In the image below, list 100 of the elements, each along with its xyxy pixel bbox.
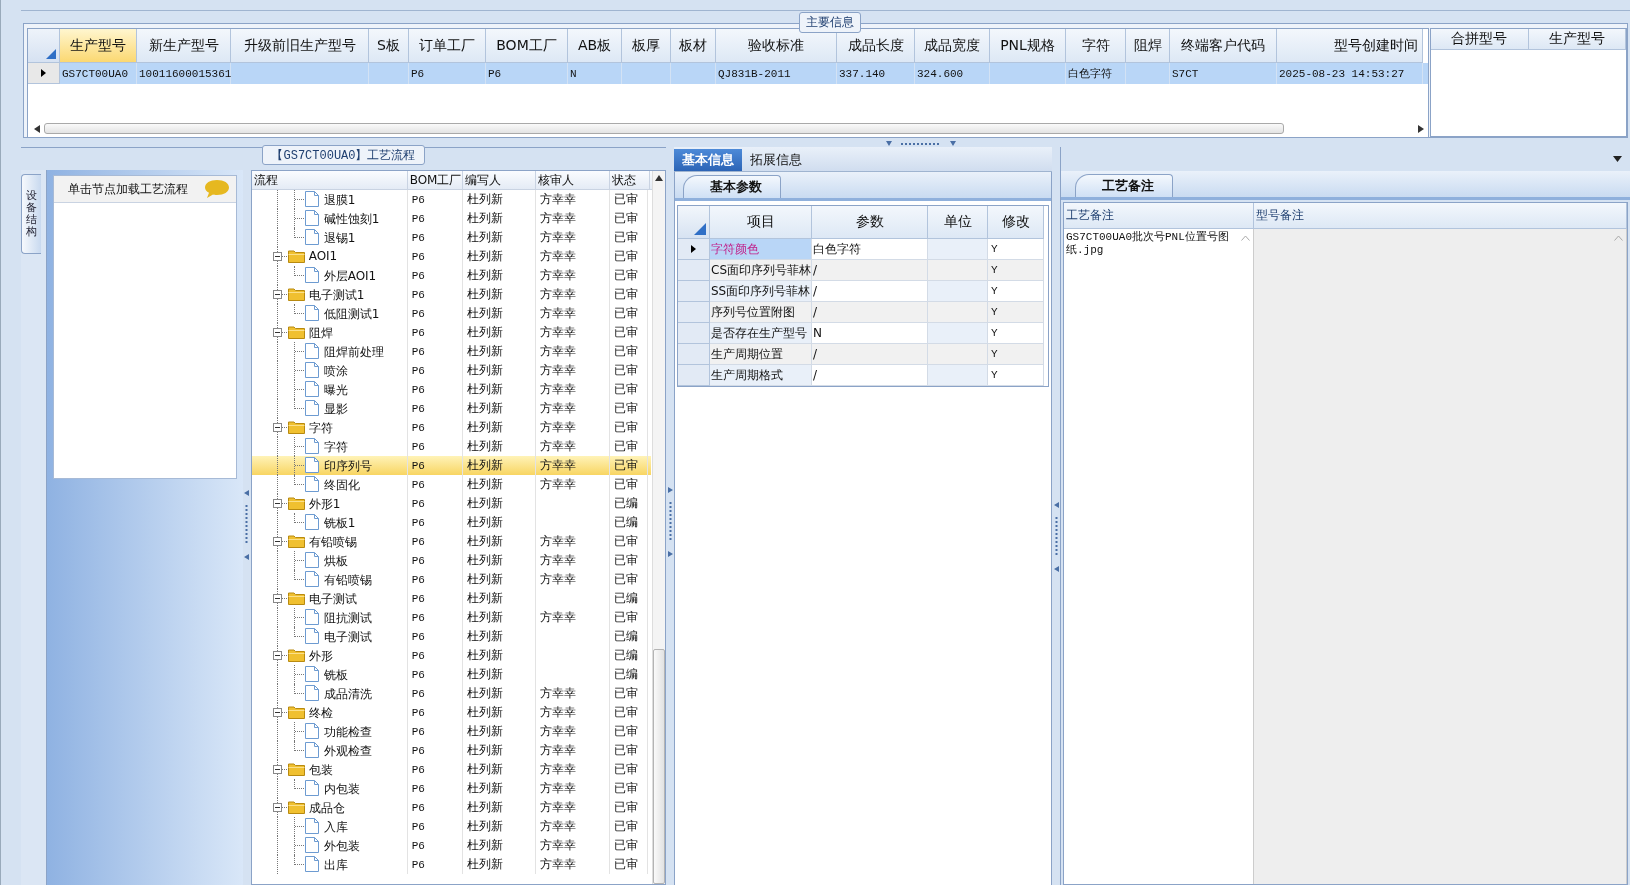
- column-header[interactable]: 成品宽度: [915, 29, 990, 63]
- splitter-grip-icon[interactable]: [244, 490, 250, 560]
- column-header[interactable]: 参数: [812, 206, 928, 239]
- column-header[interactable]: 编写人: [462, 171, 536, 189]
- collapse-icon[interactable]: [272, 594, 282, 603]
- tree-row[interactable]: 终检 P6 杜列新 方幸幸 已审: [251, 703, 651, 722]
- column-header[interactable]: 板厚: [622, 29, 671, 63]
- tree-row[interactable]: 终固化 P6 杜列新 方幸幸 已审: [251, 475, 651, 494]
- column-header[interactable]: 型号创建时间: [1277, 29, 1423, 63]
- tree-row[interactable]: 退锡1 P6 杜列新 方幸幸 已审: [251, 228, 651, 247]
- scroll-right-icon[interactable]: [1418, 124, 1424, 133]
- splitter-grip-icon[interactable]: [667, 487, 673, 557]
- column-header[interactable]: 核审人: [535, 171, 610, 189]
- column-header[interactable]: 流程: [251, 171, 408, 189]
- vertical-scrollbar[interactable]: [652, 171, 665, 884]
- tree-row[interactable]: 电子测试 P6 杜列新 已编: [251, 589, 651, 608]
- column-header[interactable]: 成品长度: [837, 29, 915, 63]
- tree-row[interactable]: 电子测试1 P6 杜列新 方幸幸 已审: [251, 285, 651, 304]
- column-header[interactable]: 终端客户代码: [1170, 29, 1277, 63]
- column-header[interactable]: 项目: [710, 206, 812, 239]
- tree-row[interactable]: 电子测试 P6 杜列新 已编: [251, 627, 651, 646]
- table-row[interactable]: CS面印序列号菲林 / Y: [678, 260, 1048, 281]
- tree-row[interactable]: 铣板 P6 杜列新 已编: [251, 665, 651, 684]
- tree-row[interactable]: 碱性蚀刻1 P6 杜列新 方幸幸 已审: [251, 209, 651, 228]
- collapse-icon[interactable]: [272, 803, 282, 812]
- column-header[interactable]: 型号备注: [1254, 203, 1627, 229]
- column-header[interactable]: 合拼型号: [1431, 29, 1529, 50]
- column-header[interactable]: 生产型号: [60, 29, 137, 63]
- tree-row[interactable]: 阻焊前处理 P6 杜列新 方幸幸 已审: [251, 342, 651, 361]
- tree-row[interactable]: 外形1 P6 杜列新 已编: [251, 494, 651, 513]
- column-header[interactable]: 板材: [671, 29, 716, 63]
- tree-row[interactable]: 有铅喷锡 P6 杜列新 方幸幸 已审: [251, 532, 651, 551]
- collapse-icon[interactable]: [272, 328, 282, 337]
- collapse-icon[interactable]: [272, 651, 282, 660]
- column-header[interactable]: AB板: [568, 29, 622, 63]
- table-row[interactable]: 是否存在生产型号 N Y: [678, 323, 1048, 344]
- tree-row[interactable]: 功能检查 P6 杜列新 方幸幸 已审: [251, 722, 651, 741]
- table-row[interactable]: GS7CT00UA0 10011600015361 P6 P6 N QJ831B-2011 337.140 324.600 白色字符 S7CT 2025-08-23 14:53:27: [28, 63, 1428, 84]
- column-header[interactable]: 验收标准: [716, 29, 837, 63]
- column-header[interactable]: 字符: [1066, 29, 1126, 63]
- column-header[interactable]: 新生产型号: [137, 29, 231, 63]
- tree-row[interactable]: 外形 P6 杜列新 已编: [251, 646, 651, 665]
- tab[interactable]: 工艺备注: [1075, 174, 1173, 197]
- column-header[interactable]: BOM工厂: [486, 29, 568, 63]
- tree-row[interactable]: 成品清洗 P6 杜列新 方幸幸 已审: [251, 684, 651, 703]
- column-header[interactable]: 工艺备注: [1064, 203, 1254, 229]
- column-header[interactable]: S板: [369, 29, 409, 63]
- splitter-grip-icon[interactable]: [1053, 502, 1059, 572]
- tree-row[interactable]: 曝光 P6 杜列新 方幸幸 已审: [251, 380, 651, 399]
- column-header[interactable]: PNL规格: [990, 29, 1066, 63]
- collapse-icon[interactable]: [272, 765, 282, 774]
- collapse-icon[interactable]: [272, 708, 282, 717]
- splitter-grip-icon[interactable]: [885, 141, 956, 147]
- collapse-icon[interactable]: [272, 423, 282, 432]
- table-row[interactable]: 生产周期格式 / Y: [678, 365, 1048, 386]
- column-header[interactable]: 生产型号: [1528, 29, 1626, 50]
- table-row[interactable]: SS面印序列号菲林 / Y: [678, 281, 1048, 302]
- side-tab[interactable]: 设备结构: [21, 174, 41, 254]
- column-header[interactable]: 升级前旧生产型号: [231, 29, 369, 63]
- tree-row[interactable]: 字符 P6 杜列新 方幸幸 已审: [251, 418, 651, 437]
- tree-row[interactable]: 成品仓 P6 杜列新 方幸幸 已审: [251, 798, 651, 817]
- collapse-icon[interactable]: [272, 252, 282, 261]
- tab[interactable]: 基本参数: [683, 175, 781, 198]
- tree-row[interactable]: 外观检查 P6 杜列新 方幸幸 已审: [251, 741, 651, 760]
- dropdown-caret-icon[interactable]: [1613, 156, 1622, 162]
- column-header[interactable]: 状态: [609, 171, 650, 189]
- column-header[interactable]: 修改: [988, 206, 1044, 239]
- tree-row[interactable]: 退膜1 P6 杜列新 方幸幸 已审: [251, 190, 651, 209]
- tree-row[interactable]: 内包装 P6 杜列新 方幸幸 已审: [251, 779, 651, 798]
- table-row[interactable]: 序列号位置附图 / Y: [678, 302, 1048, 323]
- scroll-left-icon[interactable]: [34, 124, 40, 133]
- tree-row[interactable]: 低阻测试1 P6 杜列新 方幸幸 已审: [251, 304, 651, 323]
- tree-row[interactable]: 有铅喷锡 P6 杜列新 方幸幸 已审: [251, 570, 651, 589]
- column-header[interactable]: BOM工厂: [407, 171, 463, 189]
- tab[interactable]: 拓展信息: [742, 149, 810, 171]
- tree-row[interactable]: 阻焊 P6 杜列新 方幸幸 已审: [251, 323, 651, 342]
- tree-row[interactable]: 阻抗测试 P6 杜列新 方幸幸 已审: [251, 608, 651, 627]
- tree-row[interactable]: AOI1 P6 杜列新 方幸幸 已审: [251, 247, 651, 266]
- collapse-icon[interactable]: [272, 537, 282, 546]
- table-cell: 方幸幸: [539, 210, 576, 227]
- collapse-icon[interactable]: [272, 290, 282, 299]
- tree-row[interactable]: 出库 P6 杜列新 方幸幸 已审: [251, 855, 651, 874]
- tree-row[interactable]: 包装 P6 杜列新 方幸幸 已审: [251, 760, 651, 779]
- tree-row[interactable]: 显影 P6 杜列新 方幸幸 已审: [251, 399, 651, 418]
- tree-row[interactable]: 烘板 P6 杜列新 方幸幸 已审: [251, 551, 651, 570]
- tree-row[interactable]: 外层AOI1 P6 杜列新 方幸幸 已审: [251, 266, 651, 285]
- column-header[interactable]: 阻焊: [1126, 29, 1170, 63]
- table-row[interactable]: 生产周期位置 / Y: [678, 344, 1048, 365]
- column-header[interactable]: 单位: [928, 206, 988, 239]
- collapse-icon[interactable]: [272, 499, 282, 508]
- tree-row[interactable]: 印序列号 P6 杜列新 方幸幸 已审: [251, 456, 651, 475]
- scroll-up-icon[interactable]: [655, 175, 663, 181]
- tab[interactable]: 基本信息: [674, 149, 742, 171]
- column-header[interactable]: 订单工厂: [409, 29, 486, 63]
- tree-row[interactable]: 入库 P6 杜列新 方幸幸 已审: [251, 817, 651, 836]
- tree-row[interactable]: 喷涂 P6 杜列新 方幸幸 已审: [251, 361, 651, 380]
- tree-row[interactable]: 铣板1 P6 杜列新 已编: [251, 513, 651, 532]
- table-row[interactable]: 字符颜色 白色字符 Y: [678, 239, 1048, 260]
- tree-row[interactable]: 外包装 P6 杜列新 方幸幸 已审: [251, 836, 651, 855]
- horizontal-scrollbar[interactable]: [34, 122, 1424, 135]
